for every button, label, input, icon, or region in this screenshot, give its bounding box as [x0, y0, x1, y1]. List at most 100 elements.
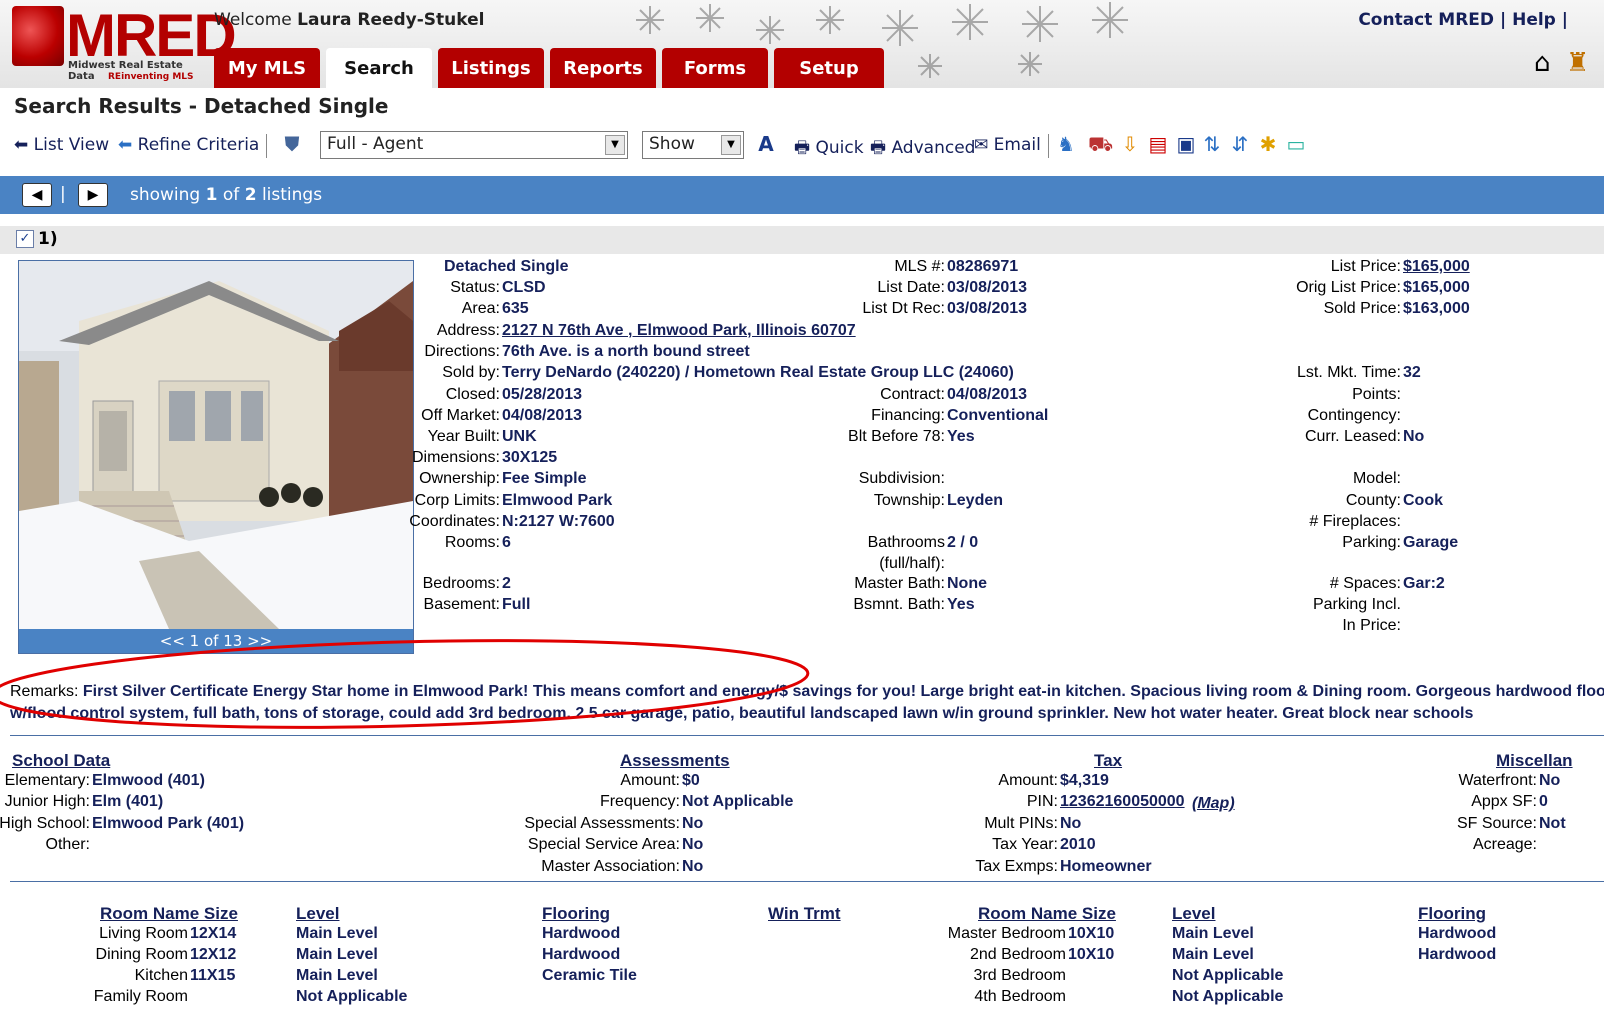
listing-col2-field-label: (full/half): [879, 555, 945, 572]
school-data-header: School Data [12, 751, 111, 770]
user-name: Laura Reedy-Stukel [297, 10, 485, 30]
home-icon[interactable]: ⌂ [1534, 48, 1551, 78]
logo-tagline: REinventing MLS [108, 72, 194, 82]
mred-logo[interactable]: MRED Midwest Real Estate Data REinventin… [12, 4, 237, 84]
listing-col3-field-value: Garage [1403, 534, 1459, 551]
listing-col1-field-value: N:2127 W:7600 [502, 513, 615, 530]
tab-listings[interactable]: Listings [438, 48, 544, 88]
tab-reports[interactable]: Reports [550, 48, 656, 88]
room-level: Main Level [296, 925, 378, 942]
listing-col1-field-label: Corp Limits: [414, 492, 500, 509]
listing-col2-field-value: 04/08/2013 [947, 386, 1028, 403]
school-field-value: Elm (401) [92, 793, 164, 810]
room-flooring: Hardwood [542, 946, 621, 963]
people-icon[interactable]: ♜ [1566, 48, 1589, 78]
help-link[interactable]: Help [1512, 10, 1556, 30]
email-button[interactable]: ✉ Email [974, 135, 1041, 155]
misc-field-label: Acreage: [1472, 836, 1537, 853]
contact-link[interactable]: Contact MRED [1358, 10, 1494, 30]
refine-criteria-button[interactable]: ⬅ Refine Criteria [118, 135, 259, 155]
list-view-button[interactable]: ⬅ List View [14, 135, 109, 155]
listing-col3-field-label: Orig List Price: [1296, 279, 1401, 296]
room-level: Main Level [1172, 925, 1254, 942]
toolbar-divider [1048, 134, 1049, 158]
tax-header: Tax [1094, 751, 1123, 770]
download-icon[interactable]: ⇩ [1118, 132, 1142, 156]
next-button[interactable]: ▶ [78, 183, 108, 207]
listing-col2-field-value: 03/08/2013 [947, 300, 1028, 317]
room-size: 10X10 [1068, 925, 1115, 942]
listing-col2-field-label: Contract: [880, 386, 945, 403]
chevron-down-icon: ▼ [721, 135, 741, 155]
map-icon[interactable]: ▭ [1284, 132, 1308, 156]
tax-field-value: No [1060, 815, 1082, 832]
pdf-icon[interactable]: ▤ [1146, 132, 1170, 156]
listing-col1-field-value: 2 [502, 575, 511, 592]
total-listings: 2 [244, 185, 257, 205]
listing-col1-field-label: Sold by: [442, 364, 500, 381]
listing-col2-field-value: Conventional [947, 407, 1049, 424]
settings-icon[interactable]: ✱ [1256, 132, 1280, 156]
tab-my-mls[interactable]: My MLS [214, 48, 320, 88]
tab-search[interactable]: Search [326, 48, 432, 88]
room-level: Not Applicable [296, 988, 408, 1005]
house-photo-image [19, 261, 413, 629]
nav-separator: | [60, 184, 66, 204]
listing-col1-field-value: Fee Simple [502, 470, 587, 487]
tax-field-label: Mult PINs: [984, 815, 1058, 832]
assessment-field-value: No [682, 815, 704, 832]
report-format-value: Full - Agent [327, 134, 424, 154]
room-name: Master Bedroom [947, 925, 1066, 942]
shield-icon[interactable]: ⛊ [280, 132, 304, 156]
showing-prefix: showing [130, 185, 201, 205]
listing-col3-field-label: Parking Incl. [1312, 596, 1401, 613]
sort-alpha-icon[interactable]: ⇵ [1228, 132, 1252, 156]
room-level: Not Applicable [1172, 988, 1284, 1005]
room-flooring: Ceramic Tile [542, 967, 637, 984]
listing-col1-field-value[interactable]: 2127 N 76th Ave , Elmwood Park, Illinois… [502, 322, 856, 340]
printer-icon: 🖶 [870, 138, 887, 158]
listing-col3-field-label: Sold Price: [1323, 300, 1401, 317]
sort-icon[interactable]: ⇅ [1200, 132, 1224, 156]
listing-col1-field-value: 635 [502, 300, 529, 317]
listing-col1-field-value: 30X125 [502, 449, 558, 466]
refine-criteria-label: Refine Criteria [137, 135, 260, 155]
email-icon: ✉ [974, 135, 989, 155]
room-header: Level [296, 904, 340, 923]
assessment-field-label: Special Service Area: [527, 836, 680, 853]
report-format-select[interactable]: Full - Agent ▼ [320, 131, 628, 159]
listing-col2-field-value: Yes [947, 428, 975, 445]
showing-count: showing 1 of 2 listings [130, 185, 322, 205]
listing-photo[interactable]: << 1 of 13 >> [18, 260, 414, 654]
advanced-print-button[interactable]: 🖶 Advanced [870, 135, 975, 164]
school-field-value: Elmwood (401) [92, 772, 205, 789]
listing-col3-field-value: No [1403, 428, 1425, 445]
show-select[interactable]: Show ▼ [642, 131, 744, 159]
welcome-message: Welcome Laura Reedy-Stukel [214, 10, 485, 30]
tab-forms[interactable]: Forms [662, 48, 768, 88]
room-level: Main Level [1172, 946, 1254, 963]
chevron-down-icon: ▼ [605, 135, 625, 155]
school-field-label: Elementary: [4, 772, 90, 789]
room-flooring: Hardwood [1418, 946, 1497, 963]
assessments-header: Assessments [620, 751, 730, 770]
listing-col1-field-label: Rooms: [444, 534, 500, 551]
font-size-icon[interactable]: A [754, 132, 778, 156]
previous-button[interactable]: ◀ [22, 183, 52, 207]
tax-map-link[interactable]: (Map) [1192, 795, 1235, 813]
listing-col3-field-label: Model: [1352, 470, 1401, 487]
tax-field-value[interactable]: 12362160050000 [1060, 793, 1185, 811]
save-icon[interactable]: ▣ [1174, 132, 1198, 156]
school-field-value: Elmwood Park (401) [92, 815, 245, 832]
map-link[interactable]: (Map) [1192, 795, 1235, 812]
listing-checkbox[interactable]: ✓ [16, 230, 34, 248]
compare-icon[interactable]: ♞ [1054, 132, 1078, 156]
listing-col3-field-value[interactable]: $165,000 [1403, 258, 1470, 276]
room-name: Family Room [93, 988, 188, 1005]
car-icon[interactable]: ⛟ [1088, 132, 1113, 156]
listing-col2-field-label: Bathrooms [867, 534, 945, 551]
quick-print-button[interactable]: 🖶 Quick [794, 135, 864, 164]
assessment-field-value: Not Applicable [682, 793, 794, 810]
tab-setup[interactable]: Setup [774, 48, 884, 88]
misc-field-label: Waterfront: [1458, 772, 1537, 789]
